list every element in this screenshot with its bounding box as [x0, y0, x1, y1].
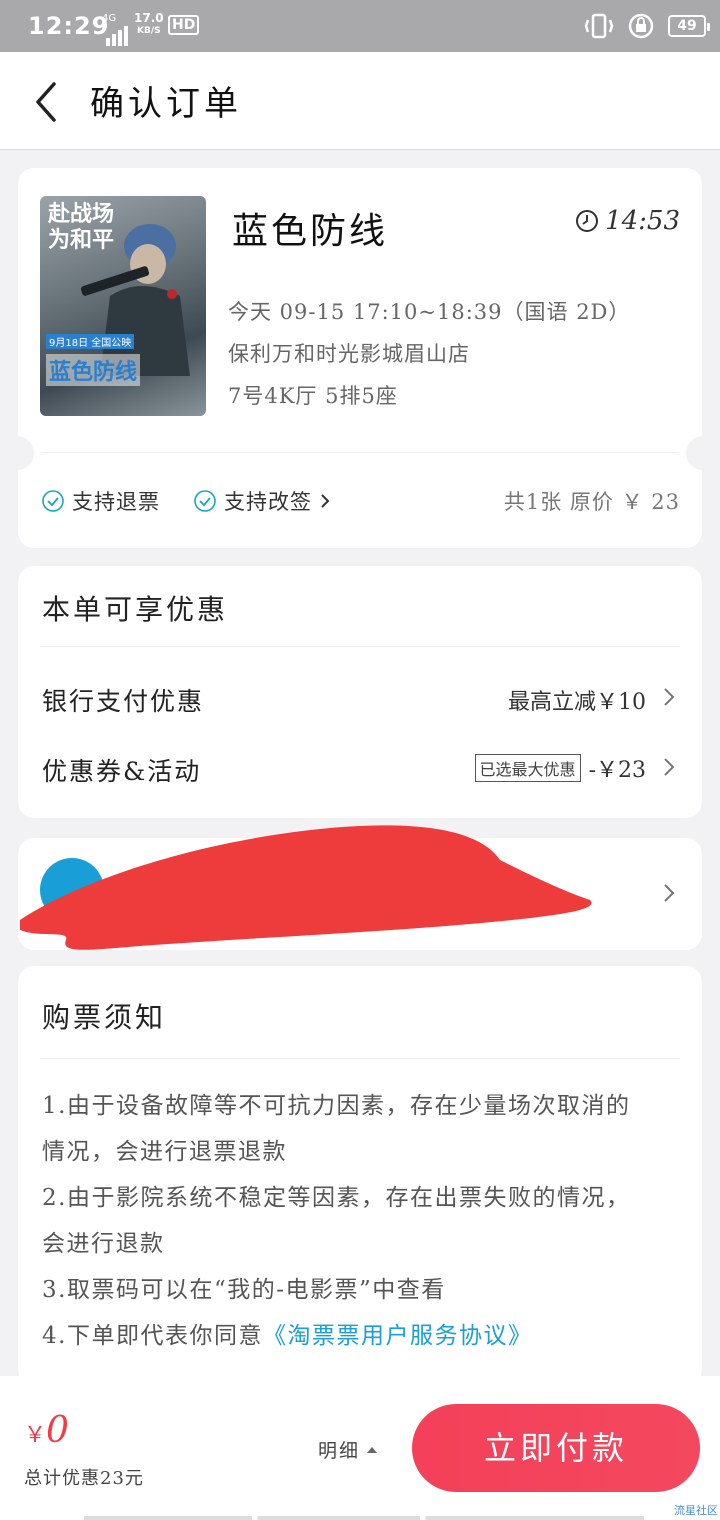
check-circle-icon: [42, 490, 64, 512]
poster-release-date: 9月18日 全国公映: [46, 334, 135, 349]
notice-line: 会进行退款: [42, 1231, 165, 1257]
coupon-value: -￥23: [588, 758, 646, 783]
caret-up-icon: [367, 1446, 378, 1453]
notice-line: 2.由于影院系统不稳定等因素，存在出票失败的情况，: [42, 1185, 631, 1211]
notice-line: 4.下单即代表你同意《淘票票用户服务协议》: [42, 1316, 532, 1350]
poster-slogan: 赴战场 为和平: [48, 202, 115, 253]
redaction-scribble: [20, 825, 592, 950]
hd-badge: HD: [168, 15, 200, 35]
chevron-left-icon[interactable]: [28, 80, 64, 124]
countdown-timer: 14:53: [575, 206, 680, 236]
price-detail-toggle[interactable]: 明细: [318, 1436, 378, 1463]
detail-label: 明细: [318, 1440, 361, 1462]
nav-bar: 确认订单: [0, 52, 720, 150]
refund-policy: 支持退票: [42, 486, 160, 516]
vibrate-icon: [584, 13, 614, 39]
coupon-tag: 已选最大优惠: [474, 754, 581, 782]
countdown-value: 14:53: [605, 206, 680, 236]
service-agreement-link[interactable]: 《淘票票用户服务协议》: [263, 1323, 533, 1349]
divider: [40, 646, 680, 647]
chevron-right-icon: [664, 884, 675, 902]
purchase-notice-card: 购票须知 1.由于设备故障等不可抗力因素，存在少量场次取消的 情况，会进行退票退…: [18, 966, 702, 1386]
notice-line: 1.由于设备故障等不可抗力因素，存在少量场次取消的: [42, 1093, 631, 1119]
coupon-value-group: 已选最大优惠 -￥23: [474, 752, 646, 784]
discount-title: 本单可享优惠: [42, 593, 229, 626]
watermark: 流星社区: [674, 1504, 718, 1517]
refund-label: 支持退票: [72, 490, 160, 514]
bank-discount-value: 最高立减￥10: [508, 690, 646, 715]
movie-card: 赴战场 为和平 9月18日 全国公映 蓝色防线 蓝色防线 14:53 今天 09…: [0, 168, 720, 548]
home-indicator: [84, 1516, 644, 1520]
total-amount: ￥0: [24, 1410, 69, 1451]
pay-now-button[interactable]: 立即付款: [412, 1404, 700, 1492]
rotation-lock-icon: [628, 13, 654, 39]
clock-icon: [576, 210, 599, 232]
notice-title: 购票须知: [42, 1001, 167, 1034]
movie-poster[interactable]: 赴战场 为和平 9月18日 全国公映 蓝色防线: [40, 196, 206, 416]
notice-line: 3.取票码可以在“我的-电影票”中查看: [42, 1277, 446, 1303]
check-circle-icon: [194, 490, 216, 512]
speed-value: 17.0: [134, 11, 164, 25]
total-value: 0: [46, 1410, 69, 1451]
divider: [40, 1058, 680, 1059]
cinema-name: 保利万和时光影城眉山店: [228, 342, 470, 366]
page-title: 确认订单: [90, 84, 242, 124]
seat-info: 7号4K厅 5排5座: [228, 384, 398, 408]
discount-card: 本单可享优惠 银行支付优惠 最高立减￥10 优惠券&活动 已选最大优惠 -￥23: [18, 566, 702, 818]
notice-line4-prefix: 4.下单即代表你同意: [42, 1323, 263, 1349]
total-saved: 总计优惠23元: [24, 1468, 144, 1489]
change-policy[interactable]: 支持改签: [194, 486, 330, 516]
notice-line: 情况，会进行退票退款: [42, 1139, 287, 1165]
status-bar: 12:29 4G 17.0 KB/S HD 49: [0, 0, 720, 52]
coupon-label: 优惠券&活动: [42, 757, 202, 786]
signal-icon: [106, 26, 128, 46]
chevron-right-icon: [664, 758, 675, 776]
showtime: 今天 09-15 17:10~18:39（国语 2D）: [228, 300, 631, 324]
change-label: 支持改签: [224, 490, 312, 514]
speed-unit: KB/S: [137, 26, 161, 36]
checkout-bar: ￥0 总计优惠23元 明细 立即付款 流星社区: [0, 1376, 720, 1520]
network-type: 4G: [102, 13, 117, 24]
status-time: 12:29: [28, 12, 110, 40]
ticket-notch-left: [0, 436, 34, 470]
network-speed: 17.0 KB/S: [134, 11, 164, 37]
movie-title: 蓝色防线: [232, 211, 389, 252]
battery-icon: 49: [668, 15, 710, 37]
chevron-right-icon: [321, 494, 330, 508]
chevron-right-icon: [664, 688, 675, 706]
ticket-notch-right: [686, 436, 720, 470]
ticket-divider: [42, 452, 678, 453]
currency-symbol: ￥: [24, 1423, 47, 1448]
ticket-count-price: 共1张 原价 ￥ 23: [503, 490, 680, 514]
bank-discount-label: 银行支付优惠: [42, 687, 205, 716]
poster-title: 蓝色防线: [46, 354, 141, 386]
